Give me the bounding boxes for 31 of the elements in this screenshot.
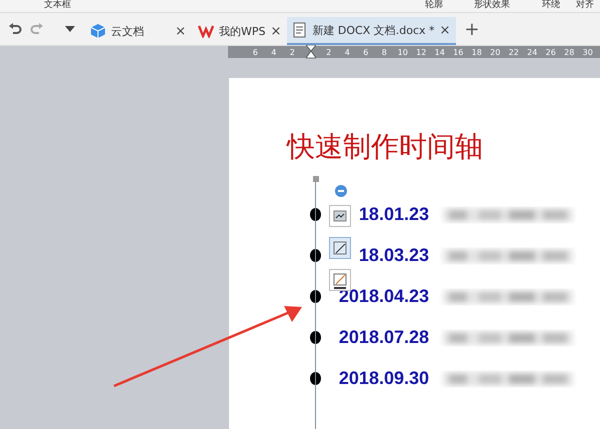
- document-tab[interactable]: 云文档 ×: [84, 18, 192, 44]
- layout-icon[interactable]: [329, 205, 351, 227]
- new-tab-button[interactable]: +: [464, 18, 480, 40]
- bullet-icon: [310, 372, 321, 385]
- document-tab[interactable]: 我的WPS ×: [192, 18, 288, 44]
- resize-handle[interactable]: [313, 176, 319, 182]
- close-button[interactable]: ×: [440, 22, 450, 38]
- collapse-icon[interactable]: [335, 185, 347, 197]
- document-title: 快速制作时间轴: [287, 130, 484, 164]
- fill-icon[interactable]: [329, 269, 351, 291]
- bullet-icon: [310, 249, 321, 262]
- timeline-date: 2018.04.23: [338, 286, 429, 306]
- edit-shape-icon[interactable]: [329, 237, 351, 259]
- document-icon: [293, 22, 308, 38]
- timeline-date: 2018.07.28: [338, 327, 429, 347]
- timeline-date: 2018.09.30: [338, 368, 429, 388]
- bullet-icon: [310, 331, 321, 344]
- cube-icon: [90, 23, 106, 39]
- ribbon-item[interactable]: 形状效果: [474, 0, 510, 10]
- ruler: 6 4 2 2 4 6 8 10 12 14 16 18 20 22 24 26 28 30: [228, 46, 600, 58]
- bullet-icon: [310, 208, 321, 221]
- document-tab[interactable]: 新建 DOCX 文档.docx * ×: [287, 17, 456, 45]
- indent-marker-icon[interactable]: [306, 45, 316, 59]
- timeline-date: 18.01.23: [358, 204, 429, 224]
- dropdown-icon[interactable]: [64, 25, 76, 33]
- close-button[interactable]: ×: [175, 24, 186, 38]
- undo-icon[interactable]: [8, 22, 22, 36]
- bullet-icon: [310, 290, 321, 303]
- timeline-date: 18.03.23: [358, 245, 429, 265]
- w-logo-icon: [198, 24, 214, 38]
- close-button[interactable]: ×: [270, 24, 282, 38]
